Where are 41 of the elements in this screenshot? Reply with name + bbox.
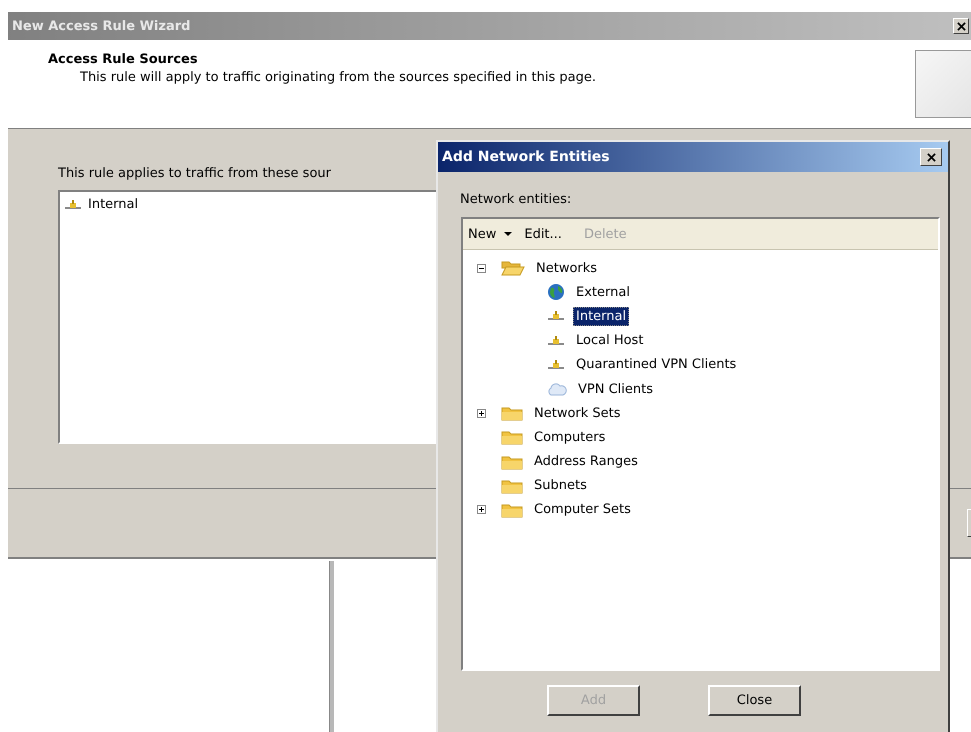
field-label: Network entities: bbox=[460, 192, 572, 207]
network-icon bbox=[547, 334, 565, 347]
folder-icon bbox=[501, 454, 523, 470]
tree-item[interactable]: Quarantined VPN Clients bbox=[573, 355, 740, 374]
list-item[interactable]: Internal bbox=[88, 197, 138, 212]
tree-item[interactable]: Local Host bbox=[573, 331, 646, 350]
folder-icon bbox=[501, 429, 523, 446]
close-button[interactable] bbox=[920, 148, 942, 166]
tree-item[interactable]: Address Ranges bbox=[531, 452, 641, 472]
tree-item[interactable]: VPN Clients bbox=[575, 380, 656, 399]
network-icon bbox=[547, 358, 565, 371]
page-heading: Access Rule Sources bbox=[48, 52, 199, 67]
expand-icon[interactable] bbox=[477, 505, 489, 514]
expand-icon[interactable] bbox=[477, 408, 489, 418]
folder-icon bbox=[501, 502, 523, 518]
window-title: New Access Rule Wizard bbox=[12, 18, 190, 34]
banner-icon bbox=[915, 50, 971, 118]
tree-item[interactable]: Network Sets bbox=[531, 404, 624, 423]
collapse-icon[interactable] bbox=[477, 264, 489, 273]
tree-item[interactable]: Subnets bbox=[531, 476, 590, 496]
toolbar-button[interactable]: New bbox=[465, 224, 516, 244]
dialog-title: Add Network Entities bbox=[442, 149, 610, 165]
toolbar-button[interactable]: Edit... bbox=[521, 224, 565, 244]
tree-item[interactable]: Internal bbox=[573, 306, 630, 326]
close-button[interactable]: Close bbox=[708, 685, 801, 716]
folder-icon bbox=[501, 405, 523, 422]
tree-item[interactable]: Networks bbox=[533, 258, 600, 278]
close-icon bbox=[956, 22, 966, 30]
tree-item[interactable]: Computers bbox=[531, 428, 608, 447]
tree-item[interactable]: Computer Sets bbox=[531, 500, 634, 520]
network-icon bbox=[64, 198, 82, 210]
network-icon bbox=[547, 310, 565, 322]
globe-icon bbox=[547, 283, 565, 302]
open-folder-icon bbox=[501, 260, 525, 276]
folder-icon bbox=[501, 478, 523, 494]
cloud-icon bbox=[547, 382, 567, 396]
prompt-text: This rule applies to traffic from these sour bbox=[58, 166, 332, 181]
page-description: This rule will apply to traffic originating from the sources specified in this page. bbox=[79, 70, 596, 85]
close-button[interactable] bbox=[953, 18, 969, 34]
tree-item[interactable]: External bbox=[573, 282, 633, 302]
close-icon bbox=[926, 152, 936, 162]
